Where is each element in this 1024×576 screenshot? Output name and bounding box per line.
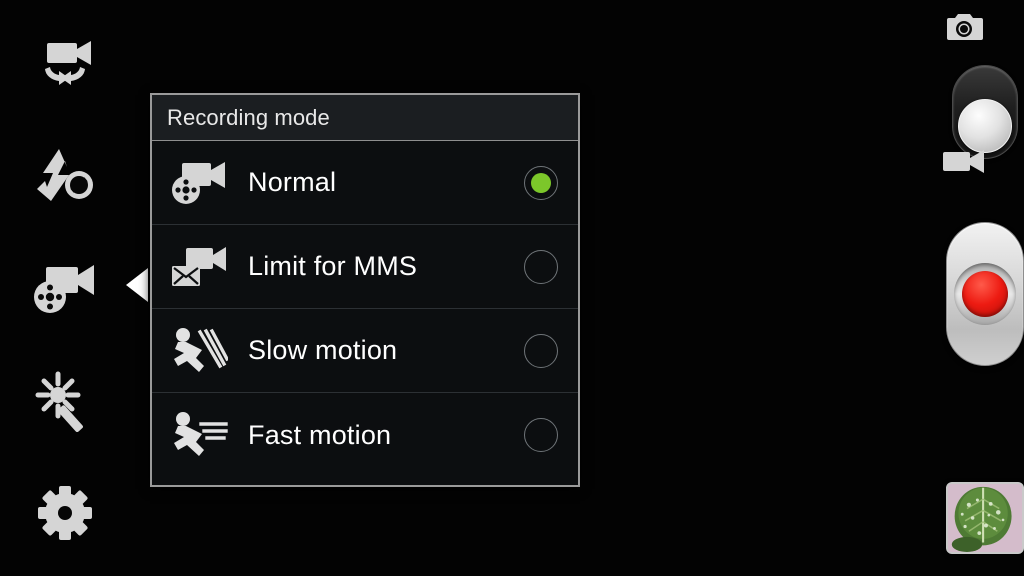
runner-fast-icon: [166, 410, 232, 460]
radio-ring: [524, 418, 558, 452]
camera-switch-icon: [33, 39, 97, 91]
left-toolbar: [0, 0, 130, 576]
camera-viewfinder: Recording mode Normal Limit for MMS Slow…: [0, 0, 1024, 576]
effects-button[interactable]: [22, 358, 108, 444]
recording-mode-button[interactable]: [22, 246, 108, 332]
camcorder-reel-icon: [166, 160, 232, 206]
dialog-pointer-triangle: [126, 268, 148, 302]
radio-dot: [531, 341, 551, 361]
dialog-header: Recording mode: [152, 95, 578, 141]
camera-camcorder-mode-switch[interactable]: [952, 65, 1018, 159]
recording-mode-dialog: Recording mode Normal Limit for MMS Slow…: [150, 93, 580, 487]
switch-camera-button[interactable]: [22, 22, 108, 108]
mode-option-limit-for-mms[interactable]: Limit for MMS: [152, 225, 578, 309]
radio-ring: [524, 333, 558, 368]
record-button-ring: [954, 263, 1016, 325]
recording-mode-options: Normal Limit for MMS Slow motion Fast mo…: [152, 141, 578, 486]
mode-option-radio[interactable]: [504, 249, 578, 284]
radio-dot: [531, 425, 551, 445]
flash-off-icon: [33, 147, 97, 203]
mode-option-radio[interactable]: [504, 165, 578, 200]
mode-option-radio[interactable]: [504, 333, 578, 368]
mode-option-label: Fast motion: [248, 419, 392, 450]
mode-switch-knob[interactable]: [958, 99, 1012, 153]
mode-option-label: Limit for MMS: [248, 251, 418, 281]
magic-wand-icon: [34, 370, 96, 432]
gallery-thumbnail[interactable]: [946, 482, 1024, 554]
radio-ring: [524, 165, 558, 200]
mode-option-label: Normal: [248, 167, 337, 197]
radio-ring: [524, 249, 558, 284]
mode-option-normal[interactable]: Normal: [152, 141, 578, 225]
gear-icon: [37, 485, 93, 541]
record-button[interactable]: [946, 222, 1024, 366]
recording-mode-icon: [32, 263, 98, 315]
mode-option-slow-motion[interactable]: Slow motion: [152, 309, 578, 393]
radio-dot: [531, 172, 551, 193]
dialog-title: Recording mode: [167, 104, 330, 130]
mode-option-radio[interactable]: [504, 418, 578, 452]
radio-dot: [531, 257, 551, 277]
right-controls: [904, 0, 1024, 576]
camcorder-icon: [904, 148, 1024, 174]
thumbnail-image: [948, 484, 1022, 552]
record-button-dot: [962, 271, 1008, 317]
runner-slow-icon: [166, 326, 232, 376]
mode-option-label: Slow motion: [248, 335, 398, 365]
flash-button[interactable]: [22, 132, 108, 218]
camcorder-envelope-icon: [166, 244, 232, 290]
settings-button[interactable]: [22, 470, 108, 556]
camera-icon: [904, 12, 1024, 42]
mode-option-fast-motion[interactable]: Fast motion: [152, 393, 578, 477]
